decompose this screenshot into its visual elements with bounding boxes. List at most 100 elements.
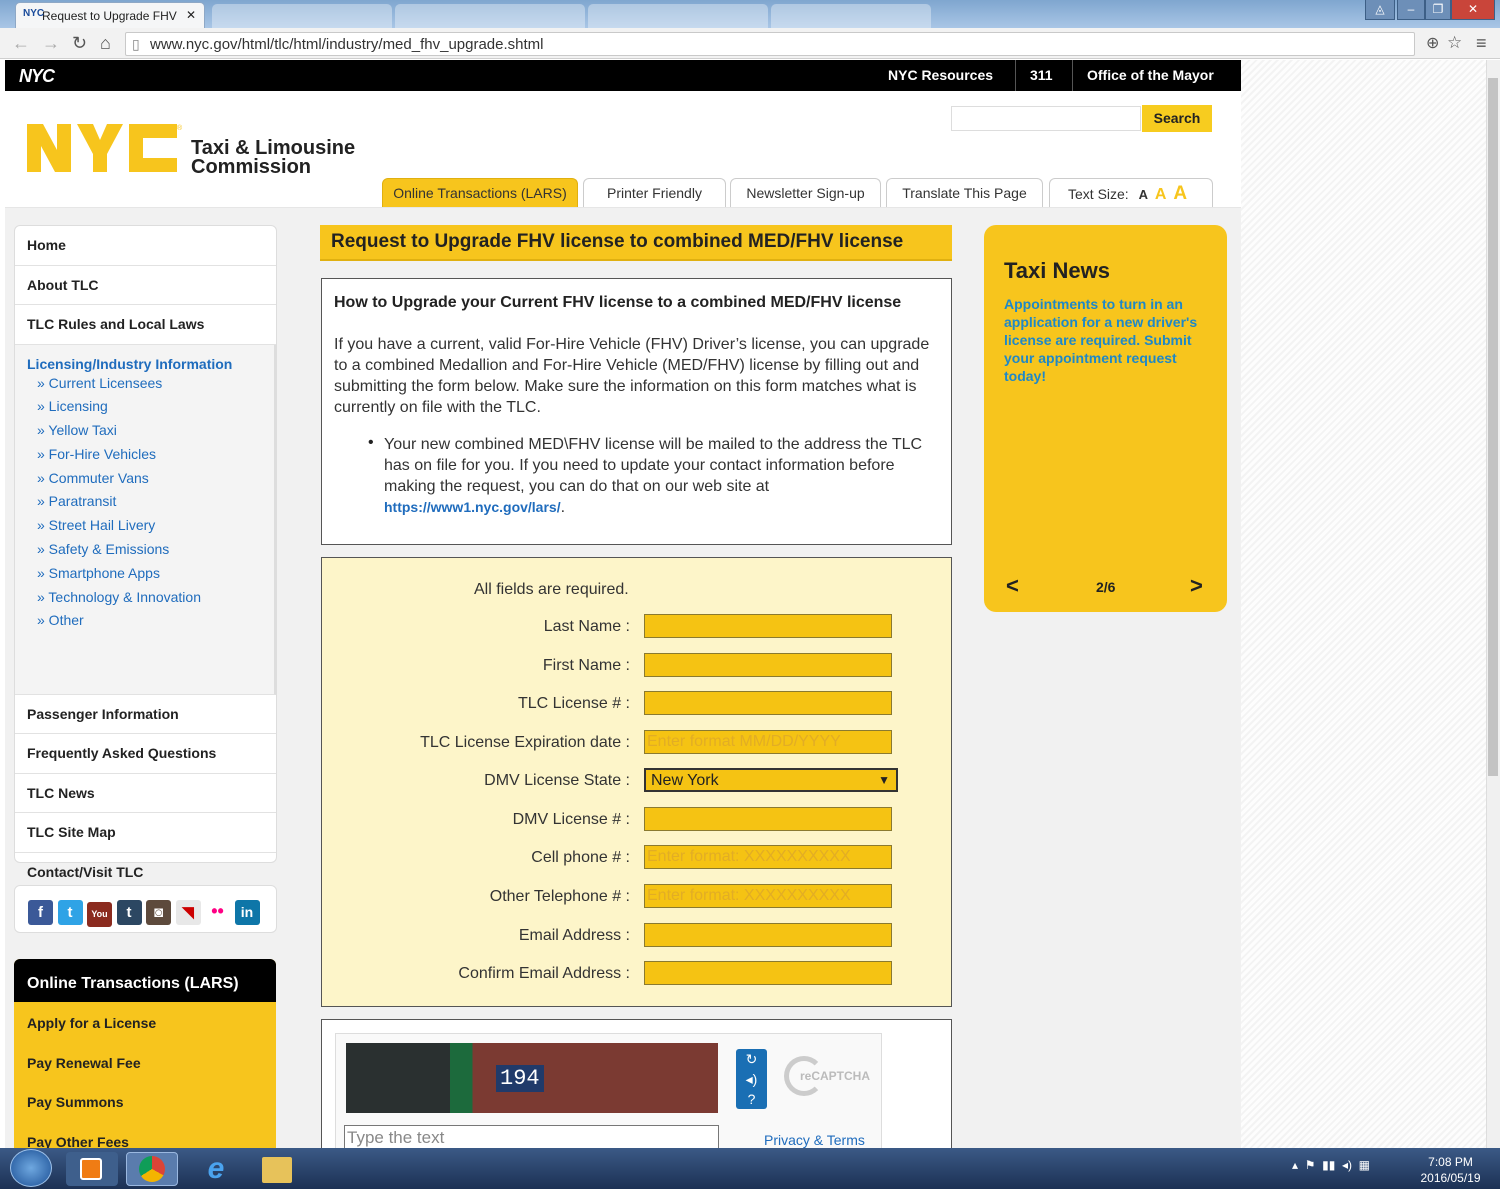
news-prev-icon[interactable]: < <box>1006 573 1019 599</box>
ndf-icon[interactable]: ◥ <box>175 900 201 925</box>
first-name-input[interactable] <box>644 653 892 677</box>
nyc-topbar-logo[interactable]: NYC <box>19 66 55 87</box>
background-tab[interactable] <box>588 4 768 28</box>
flickr-icon[interactable]: •• <box>205 899 230 924</box>
office-of-the-mayor-link[interactable]: Office of the Mayor <box>1072 60 1228 91</box>
tlc-expiration-input[interactable]: Enter format MM/DD/YYYY <box>644 730 892 754</box>
back-icon[interactable]: ← <box>12 33 30 54</box>
menu-icon[interactable]: ≡ <box>1476 33 1487 54</box>
nyc-logo[interactable]: ® <box>25 120 185 176</box>
search-input[interactable] <box>951 106 1141 131</box>
sidebar-subitem[interactable]: » Safety & Emissions <box>15 541 274 565</box>
info-heading: How to Upgrade your Current FHV license … <box>334 294 902 311</box>
bullet-icon: • <box>368 434 374 451</box>
scrollbar-thumb[interactable] <box>1488 78 1498 776</box>
lars-other-fees-link[interactable]: Pay Other Fees <box>14 1121 276 1149</box>
sidebar-subitem[interactable]: » Yellow Taxi <box>15 422 274 446</box>
captcha-input[interactable]: Type the text <box>344 1125 719 1148</box>
background-tab[interactable] <box>212 4 392 28</box>
captcha-help-icon[interactable]: ? <box>736 1089 767 1109</box>
zoom-icon[interactable]: ⊕ <box>1426 33 1439 53</box>
clock-time: 7:08 PM <box>1428 1155 1473 1169</box>
dmv-state-select[interactable]: New York ▼ <box>644 768 898 792</box>
email-input[interactable] <box>644 923 892 947</box>
minimize-icon[interactable]: – <box>1397 0 1425 20</box>
other-phone-input[interactable]: Enter format: XXXXXXXXXX <box>644 884 892 908</box>
sidebar-item-home[interactable]: Home <box>15 226 276 266</box>
linkedin-icon[interactable]: in <box>234 900 260 925</box>
page-icon: ▯ <box>132 36 140 52</box>
close-tab-icon[interactable]: ✕ <box>186 8 196 22</box>
nyc-resources-link[interactable]: NYC Resources <box>874 60 1007 91</box>
sidebar-subitem[interactable]: » Licensing <box>15 398 274 422</box>
reload-icon[interactable]: ↻ <box>72 33 87 54</box>
text-size-large[interactable]: A <box>1173 183 1187 204</box>
restore-icon[interactable]: ❐ <box>1425 0 1451 20</box>
youtube-icon[interactable]: You <box>87 902 112 927</box>
first-name-label: First Name : <box>542 657 630 674</box>
page-gutter <box>1241 60 1486 1148</box>
captcha-reload-icon[interactable]: ↻ <box>736 1049 767 1069</box>
background-tab[interactable] <box>771 4 931 28</box>
instagram-icon[interactable]: ◙ <box>146 900 171 925</box>
sidebar-item-passenger[interactable]: Passenger Information <box>15 695 276 734</box>
facebook-icon[interactable]: f <box>28 900 53 925</box>
dmv-state-value: New York <box>651 772 719 789</box>
search-button[interactable]: Search <box>1142 105 1212 132</box>
lars-summons-link[interactable]: Pay Summons <box>14 1081 276 1121</box>
captcha-controls: ↻ ◂) ? <box>736 1049 767 1109</box>
sidebar-subitem[interactable]: » Street Hail Livery <box>15 517 274 541</box>
taskbar-clock[interactable]: 7:08 PM 2016/05/19 <box>1413 1154 1488 1186</box>
sidebar-subitem[interactable]: » Commuter Vans <box>15 470 274 494</box>
text-size-medium[interactable]: A <box>1155 186 1167 203</box>
browser-tab[interactable]: NYC Request to Upgrade FHV ✕ <box>15 2 205 28</box>
text-size-small[interactable]: A <box>1139 187 1148 202</box>
url-input[interactable]: ▯ www.nyc.gov/html/tlc/html/industry/med… <box>125 32 1415 56</box>
lars-apply-link[interactable]: Apply for a License <box>14 1002 276 1042</box>
tab-translate-page[interactable]: Translate This Page <box>886 178 1043 208</box>
user-icon[interactable]: ◬ <box>1365 0 1395 20</box>
background-tab[interactable] <box>395 4 585 28</box>
tumblr-icon[interactable]: t <box>116 900 142 925</box>
captcha-audio-icon[interactable]: ◂) <box>736 1069 767 1089</box>
dmv-license-input[interactable] <box>644 807 892 831</box>
taxi-news-panel: Taxi News Appointments to turn in an app… <box>984 225 1227 612</box>
chrome-glyph <box>139 1156 165 1182</box>
internet-explorer-icon[interactable]: e <box>190 1152 242 1186</box>
lars-renewal-link[interactable]: Pay Renewal Fee <box>14 1042 276 1082</box>
forward-icon[interactable]: → <box>42 33 60 54</box>
close-window-icon[interactable]: ✕ <box>1451 0 1495 20</box>
confirm-email-input[interactable] <box>644 961 892 985</box>
cell-phone-input[interactable]: Enter format: XXXXXXXXXX <box>644 845 892 869</box>
lars-url-link[interactable]: https://www1.nyc.gov/lars/ <box>384 499 561 515</box>
sidebar-item-news[interactable]: TLC News <box>15 774 276 813</box>
sidebar-item-about[interactable]: About TLC <box>15 266 276 305</box>
twitter-icon[interactable]: t <box>57 900 83 925</box>
tab-online-transactions[interactable]: Online Transactions (LARS) <box>382 178 578 208</box>
last-name-input[interactable] <box>644 614 892 638</box>
tab-newsletter-signup[interactable]: Newsletter Sign-up <box>730 178 881 208</box>
sidebar-subitem[interactable]: » Smartphone Apps <box>15 565 274 589</box>
bookmark-star-icon[interactable]: ☆ <box>1447 33 1462 53</box>
tlc-license-input[interactable] <box>644 691 892 715</box>
taxi-news-item[interactable]: Appointments to turn in an application f… <box>1004 295 1216 385</box>
home-icon[interactable]: ⌂ <box>100 33 111 54</box>
sidebar-item-faq[interactable]: Frequently Asked Questions <box>15 734 276 774</box>
sidebar-item-rules[interactable]: TLC Rules and Local Laws <box>15 305 276 345</box>
system-tray-icons[interactable]: ▴ ⚑ ▮▮ ◂) ▦ <box>1292 1158 1370 1172</box>
sidebar-subitem[interactable]: » Paratransit <box>15 493 274 517</box>
start-button[interactable] <box>10 1149 52 1187</box>
311-link[interactable]: 311 <box>1015 60 1067 91</box>
confirm-email-label: Confirm Email Address : <box>458 965 630 982</box>
sidebar-subitem[interactable]: » Technology & Innovation <box>15 589 274 613</box>
privacy-terms-link[interactable]: Privacy & Terms <box>764 1132 865 1148</box>
page-title: Request to Upgrade FHV license to combin… <box>320 225 952 261</box>
sidebar-subitem[interactable]: » Other <box>15 612 274 636</box>
file-explorer-icon[interactable] <box>262 1157 292 1183</box>
tab-printer-friendly[interactable]: Printer Friendly <box>583 178 726 208</box>
sidebar-item-licensing[interactable]: Licensing/Industry Information <box>15 345 274 375</box>
sidebar-item-sitemap[interactable]: TLC Site Map <box>15 813 276 853</box>
news-next-icon[interactable]: > <box>1190 573 1203 599</box>
sidebar-subitem[interactable]: » Current Licensees <box>15 375 274 399</box>
sidebar-subitem[interactable]: » For-Hire Vehicles <box>15 446 274 470</box>
